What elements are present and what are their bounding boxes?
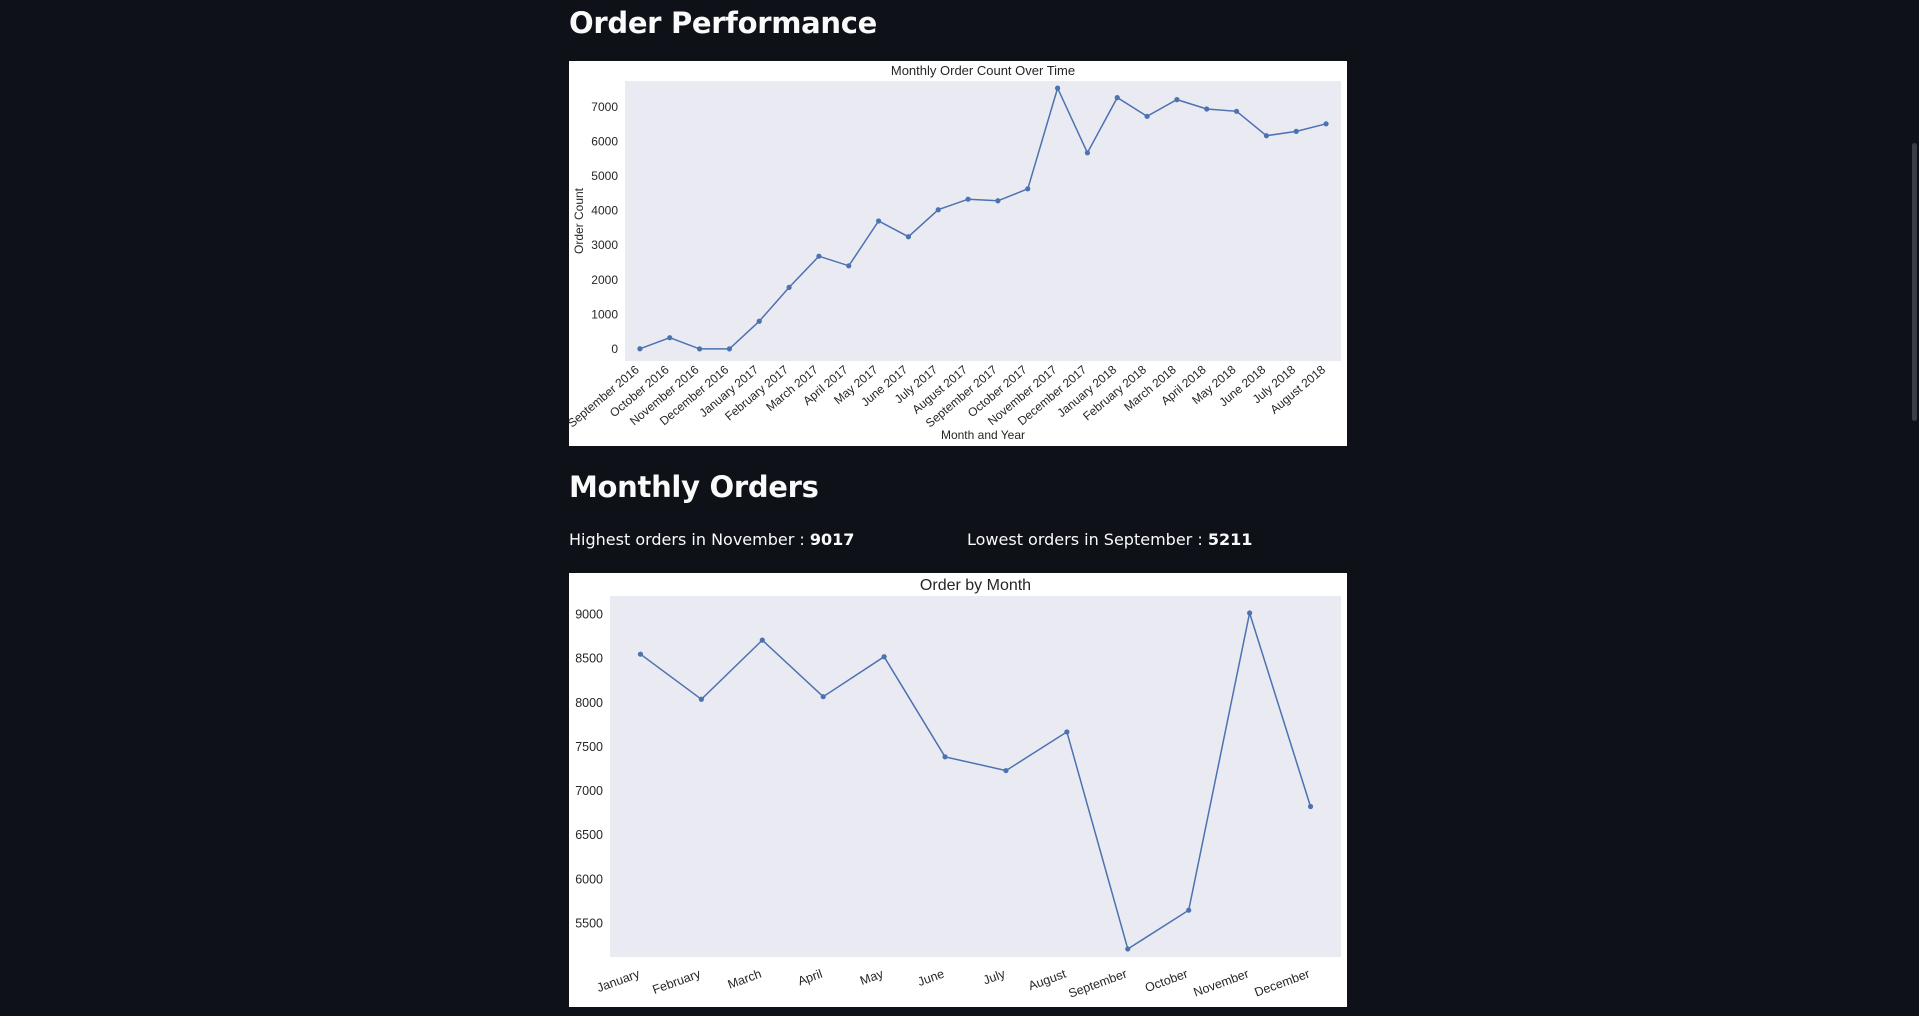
data-point — [935, 207, 941, 213]
highest-orders-label: Highest orders in November : — [569, 530, 810, 549]
x-axis-label: Month and Year — [941, 428, 1025, 442]
data-point — [1293, 128, 1299, 134]
highest-orders-metric: Highest orders in November : 9017 — [569, 530, 854, 549]
x-tick-label: June — [916, 967, 946, 989]
x-tick-label: August — [1027, 966, 1069, 993]
y-tick-label: 7500 — [575, 740, 603, 754]
data-point — [1247, 610, 1253, 616]
order-by-month-svg: Order by Month 5500 6000 6500 7000 7500 8000 85… — [575, 577, 1341, 1001]
x-tick-label: September — [1067, 967, 1129, 1001]
y-tick-label: 1000 — [591, 307, 618, 321]
order-performance-heading: Order Performance — [569, 6, 878, 40]
y-tick-label: 6500 — [575, 828, 603, 842]
y-tick-label: 4000 — [591, 204, 618, 218]
x-tick-label: December — [1253, 967, 1312, 1000]
data-point — [1003, 767, 1009, 774]
plot-area — [625, 81, 1341, 361]
data-point — [756, 318, 762, 324]
y-axis-label: Order Count — [572, 187, 586, 254]
data-point — [1263, 133, 1270, 139]
data-point — [1114, 95, 1120, 101]
lowest-orders-value: 5211 — [1207, 530, 1253, 549]
x-tick-label: January — [595, 966, 642, 995]
data-point — [881, 654, 887, 660]
page-scrollbar[interactable] — [1905, 0, 1919, 1016]
y-tick-label: 7000 — [575, 784, 603, 798]
order-by-month-chart: Order by Month 5500 6000 6500 7000 7500 8000 85… — [569, 573, 1347, 1007]
y-tick-label: 8500 — [575, 652, 603, 666]
monthly-order-count-svg: Monthly Order Count Over Time 0 1000 2000 30… — [565, 63, 1341, 442]
data-point — [1084, 150, 1091, 156]
x-tick-label: November — [1192, 967, 1251, 1000]
x-tick-label: October — [1143, 967, 1190, 995]
y-tick-label: 8000 — [575, 696, 603, 710]
data-point — [942, 754, 948, 760]
data-point — [1204, 106, 1210, 112]
lowest-orders-metric: Lowest orders in September : 5211 — [967, 530, 1252, 549]
monthly-orders-heading: Monthly Orders — [569, 470, 819, 504]
plot-area — [610, 596, 1341, 957]
data-point — [905, 234, 912, 240]
x-tick-label: May — [858, 966, 886, 987]
y-tick-label: 5000 — [591, 169, 618, 183]
data-point — [786, 284, 792, 290]
data-point — [1054, 85, 1061, 91]
x-tick-label: March — [726, 967, 763, 992]
data-point — [816, 253, 822, 259]
chart-title: Monthly Order Count Over Time — [891, 63, 1075, 78]
highest-orders-value: 9017 — [809, 530, 855, 549]
lowest-orders-label: Lowest orders in September : — [967, 530, 1208, 549]
y-tick-label: 6000 — [575, 872, 603, 886]
data-point — [1323, 121, 1329, 127]
data-point — [1186, 907, 1192, 913]
data-point — [1064, 729, 1070, 735]
y-tick-label: 3000 — [591, 238, 618, 252]
data-point — [820, 694, 826, 700]
data-point — [1144, 113, 1150, 119]
y-tick-label: 6000 — [591, 134, 618, 148]
y-tick-label: 9000 — [575, 608, 603, 622]
data-point — [1233, 108, 1240, 114]
data-point — [726, 346, 733, 352]
y-tick-label: 0 — [611, 342, 618, 356]
scrollbar-thumb[interactable] — [1912, 143, 1917, 421]
data-point — [1307, 803, 1314, 810]
data-point — [667, 335, 673, 341]
data-point — [1025, 186, 1031, 192]
data-point — [846, 263, 852, 269]
data-point — [696, 346, 703, 352]
data-point — [637, 346, 643, 352]
data-point — [875, 218, 882, 224]
data-point — [698, 696, 704, 702]
x-tick-label: April — [796, 967, 824, 989]
data-point — [965, 196, 971, 202]
data-point — [759, 637, 765, 643]
x-tick-label: July — [981, 966, 1007, 987]
data-point — [1125, 946, 1131, 952]
chart-title: Order by Month — [920, 577, 1031, 594]
y-tick-label: 5500 — [575, 916, 603, 930]
y-tick-label: 2000 — [591, 273, 618, 287]
data-point — [637, 651, 644, 657]
x-tick-label: February — [651, 966, 703, 997]
monthly-order-count-chart: Monthly Order Count Over Time 0 1000 2000 30… — [565, 61, 1347, 446]
data-point — [1174, 97, 1180, 103]
data-point — [995, 198, 1001, 204]
y-tick-label: 7000 — [591, 100, 618, 114]
